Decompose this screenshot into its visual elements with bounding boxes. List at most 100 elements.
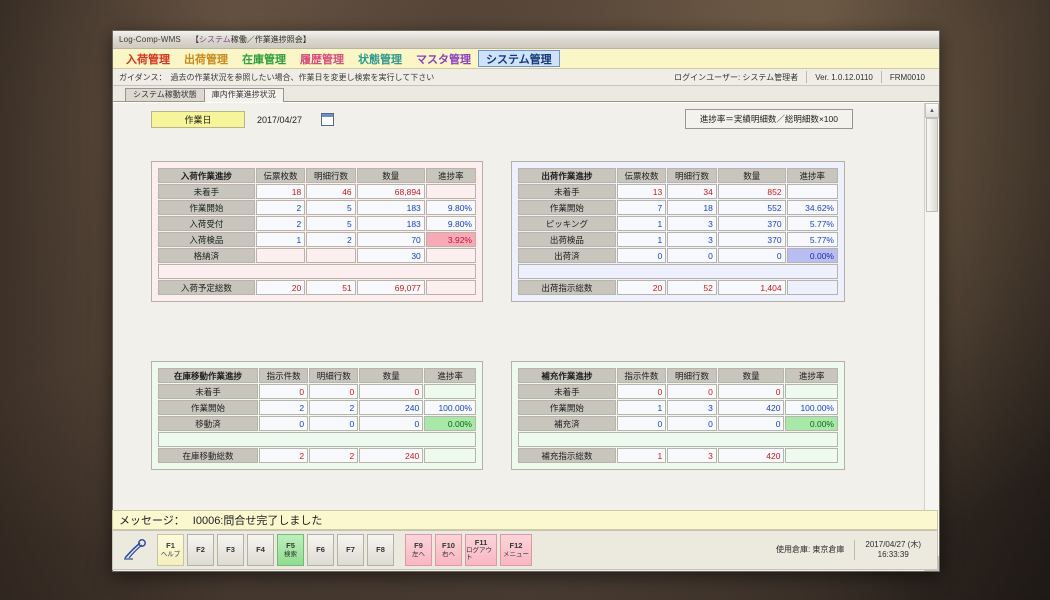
table-total-row: 在庫移動総数 2 2 240: [158, 448, 476, 463]
table-row: 補充済 0 0 0 0.00%: [518, 416, 838, 431]
table-row: 入荷受付 2 5 183 9.80%: [158, 216, 476, 231]
table-row: 未着手 13 34 852: [518, 184, 838, 199]
tab-system-status[interactable]: システム稼動状態: [125, 88, 205, 101]
function-key-f3[interactable]: F3: [217, 534, 244, 566]
table-spacer-row: [518, 264, 838, 279]
cell-qty: 0: [359, 416, 424, 431]
table-row: 未着手 0 0 0: [158, 384, 476, 399]
function-key-f11[interactable]: F11 ログアウト: [465, 534, 497, 566]
row-label: 未着手: [158, 384, 259, 399]
menu-item-outbound[interactable]: 出荷管理: [177, 49, 235, 68]
calendar-icon[interactable]: [321, 113, 334, 126]
total-label: 入荷予定総数: [158, 280, 255, 295]
app-title: Log-Comp-WMS: [119, 35, 181, 44]
function-key-f7[interactable]: F7: [337, 534, 364, 566]
table-row: 移動済 0 0 0 0.00%: [158, 416, 476, 431]
cell-slips: 1: [255, 232, 306, 247]
cell-lines: 3: [667, 216, 717, 231]
cell-lines: 2: [309, 400, 359, 415]
cell-slips: 2: [255, 200, 306, 215]
total-label: 出荷指示総数: [518, 280, 616, 295]
fkey-label: F11: [474, 537, 488, 547]
table-row: 入荷検品 1 2 70 3.92%: [158, 232, 476, 247]
cell-lines: 0: [309, 416, 359, 431]
cell-slips: 13: [616, 184, 667, 199]
subtitle-rest: 稼働／作業進捗照会】: [230, 35, 311, 44]
table-header-row: 入荷作業進捗 伝票枚数 明細行数 数量 進捗率: [158, 168, 476, 183]
table-header-row: 出荷作業進捗 伝票枚数 明細行数 数量 進捗率: [518, 168, 838, 183]
fkey-label: F10: [442, 541, 455, 551]
cell-qty: 552: [717, 200, 786, 215]
tab-warehouse-progress[interactable]: 庫内作業進捗状況: [203, 88, 284, 102]
function-key-f9[interactable]: F9 左へ: [405, 534, 432, 566]
column-header-rate: 進捗率: [424, 368, 476, 383]
row-label: 出荷検品: [518, 232, 616, 247]
app-logo-icon: [119, 535, 155, 565]
menu-item-inbound[interactable]: 入荷管理: [119, 49, 177, 68]
form-id-label: FRM0010: [880, 71, 933, 83]
row-label: 移動済: [158, 416, 259, 431]
function-key-f2[interactable]: F2: [187, 534, 214, 566]
cell-lines: 5: [306, 216, 356, 231]
cell-slips: 18: [255, 184, 306, 199]
stock-move-progress-table: 在庫移動作業進捗 指示件数 明細行数 数量 進捗率 未着手 0 0 0 作業開始…: [157, 367, 477, 464]
function-key-f5[interactable]: F5 検索: [277, 534, 304, 566]
total-slips: 20: [616, 280, 667, 295]
cell-rate-highlight: 0.00%: [786, 248, 838, 263]
inbound-progress-table: 入荷作業進捗 伝票枚数 明細行数 数量 進捗率 未着手 18 46 68,894: [157, 167, 477, 296]
table-row: 作業開始 1 3 420 100.00%: [518, 400, 838, 415]
menu-item-stock[interactable]: 在庫管理: [235, 49, 293, 68]
cell-orders: 0: [259, 416, 309, 431]
work-date-input[interactable]: 2017/04/27: [251, 115, 315, 125]
cell-qty: 183: [356, 216, 425, 231]
cell-slips: 1: [616, 232, 667, 247]
total-lines: 51: [306, 280, 356, 295]
function-key-bar: F1 ヘルプ F2 F3 F4 F5 検索 F6 F7 F8 F9 左へ F10…: [112, 530, 938, 570]
table-row: 出荷済 0 0 0 0.00%: [518, 248, 838, 263]
table-row: 格納済 30: [158, 248, 476, 263]
column-header-slips: 伝票枚数: [255, 168, 306, 183]
function-key-f10[interactable]: F10 右へ: [435, 534, 462, 566]
scrollbar-thumb[interactable]: [926, 118, 938, 212]
function-key-f1[interactable]: F1 ヘルプ: [157, 534, 184, 566]
menu-item-master[interactable]: マスタ管理: [409, 49, 478, 68]
scroll-up-icon[interactable]: ▲: [925, 103, 939, 118]
cell-rate-highlight: 0.00%: [424, 416, 476, 431]
status-time: 16:33:39: [877, 550, 909, 559]
function-key-f8[interactable]: F8: [367, 534, 394, 566]
function-key-f6[interactable]: F6: [307, 534, 334, 566]
message-label: メッセージ：: [119, 515, 185, 527]
cell-slips: 0: [616, 248, 667, 263]
cell-rate: [425, 184, 476, 199]
fkey-label: F4: [256, 544, 265, 554]
tab-strip[interactable]: システム稼動状態 庫内作業進捗状況: [113, 86, 939, 102]
menu-item-history[interactable]: 履歴管理: [293, 49, 351, 68]
function-key-f4[interactable]: F4: [247, 534, 274, 566]
row-label: 未着手: [518, 184, 616, 199]
row-label: 作業開始: [158, 400, 259, 415]
cell-qty: 420: [717, 400, 785, 415]
row-label: 未着手: [518, 384, 616, 399]
menu-item-status[interactable]: 状態管理: [351, 49, 409, 68]
vertical-scrollbar[interactable]: ▲ ▼: [924, 103, 939, 571]
table-spacer-row: [158, 264, 476, 279]
cell-lines: 3: [667, 232, 717, 247]
guidance-bar: ガイダンス： 過去の作業状況を参照したい場合、作業日を変更し検索を実行して下さい…: [113, 69, 939, 86]
scrollbar-track[interactable]: [925, 118, 939, 556]
cell-rate: 34.62%: [786, 200, 838, 215]
menu-item-system[interactable]: システム管理: [478, 50, 560, 67]
cell-lines: 5: [306, 200, 356, 215]
cell-slips: 2: [255, 216, 306, 231]
cell-rate: [424, 384, 476, 399]
function-key-f12[interactable]: F12 メニュー: [500, 534, 532, 566]
column-header-orders: 指示件数: [259, 368, 309, 383]
outbound-progress-table: 出荷作業進捗 伝票枚数 明細行数 数量 進捗率 未着手 13 34 852 作業…: [517, 167, 839, 296]
datetime-display: 2017/04/27 (木) 16:33:39: [854, 540, 931, 560]
cell-lines: [306, 248, 356, 263]
row-label: ピッキング: [518, 216, 616, 231]
total-lines: 2: [309, 448, 359, 463]
main-menu-bar[interactable]: 入荷管理 出荷管理 在庫管理 履歴管理 状態管理 マスタ管理 システム管理: [113, 49, 939, 69]
column-header-qty: 数量: [359, 368, 424, 383]
row-label: 作業開始: [158, 200, 255, 215]
column-header-rate: 進捗率: [425, 168, 476, 183]
